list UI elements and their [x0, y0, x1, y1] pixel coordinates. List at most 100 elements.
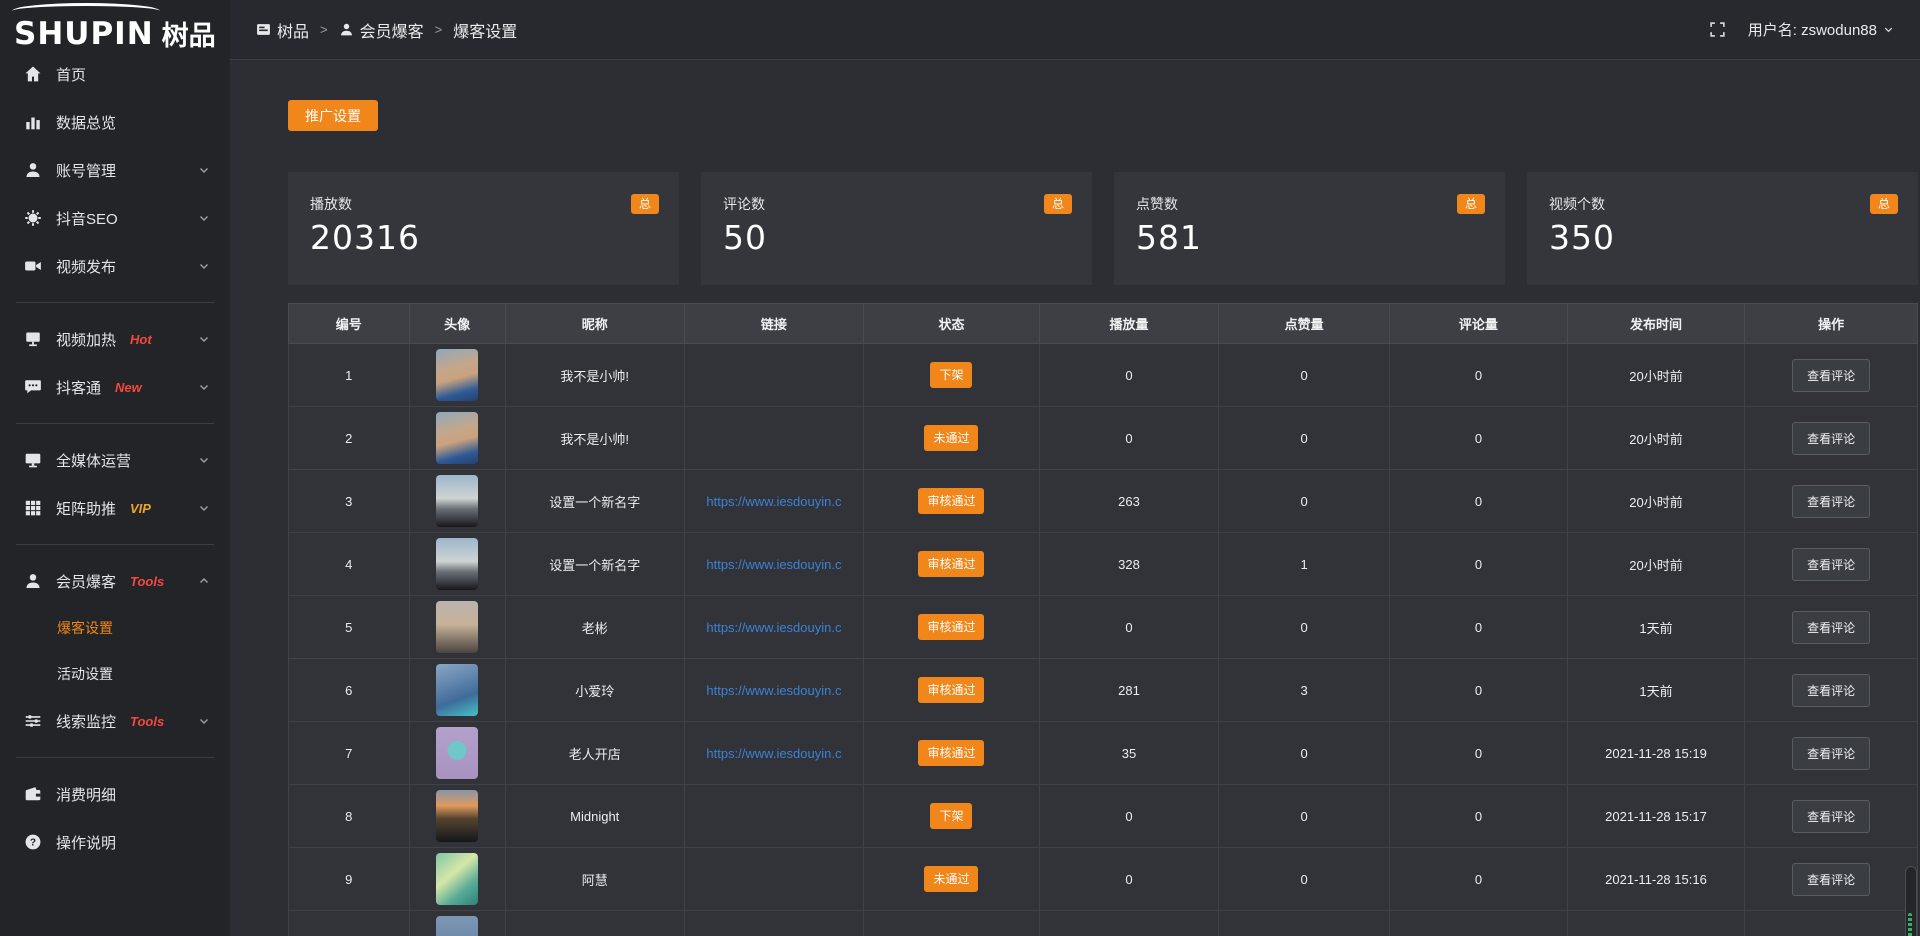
brand-logo[interactable]: SHUPIN 树品 [0, 0, 230, 50]
sidebar-item-member-baoke[interactable]: 会员爆客Tools [0, 557, 230, 605]
sidebar-item-help[interactable]: ? 操作说明 [0, 818, 230, 866]
cell-plays: 35 [1039, 722, 1218, 785]
user-menu[interactable]: 用户名: zswodun88 [1748, 19, 1894, 40]
cell-likes: 1 [1219, 533, 1390, 596]
chevron-down-icon [198, 333, 210, 345]
video-link[interactable]: https://www.iesdouyin.c [706, 683, 841, 698]
sidebar-item-media-ops[interactable]: 全媒体运营 [0, 436, 230, 484]
sidebar-item-label: 线索监控 [56, 711, 116, 732]
chevron-down-icon [198, 164, 210, 176]
view-comments-button[interactable]: 查看评论 [1792, 674, 1870, 707]
sidebar-subitem-activity-settings[interactable]: 活动设置 [0, 651, 230, 697]
status-badge: 审核通过 [918, 677, 984, 703]
view-comments-button[interactable]: 查看评论 [1792, 800, 1870, 833]
status-badge: 审核通过 [918, 488, 984, 514]
column-header: 评论量 [1390, 304, 1568, 344]
sidebar-item-consume-detail[interactable]: 消费明细 [0, 770, 230, 818]
scrollbar[interactable] [1905, 866, 1917, 936]
total-badge: 总 [631, 194, 659, 214]
video-link[interactable]: https://www.iesdouyin.c [706, 620, 841, 635]
view-comments-button[interactable]: 查看评论 [1792, 611, 1870, 644]
cell-plays: 263 [1039, 470, 1218, 533]
cell-id: 2 [289, 407, 410, 470]
sidebar-item-douketong[interactable]: 抖客通New [0, 363, 230, 411]
cell-publish-time: 20小时前 [1567, 407, 1745, 470]
cell-avatar [409, 533, 505, 596]
cell-plays: 281 [1039, 659, 1218, 722]
chevron-down-icon [198, 502, 210, 514]
breadcrumb-label: 爆客设置 [453, 18, 517, 42]
sidebar: SHUPIN 树品 首页数据总览账号管理抖音SEO 视频发布视频加热Hot抖客通N… [0, 0, 230, 936]
breadcrumb-item[interactable]: 会员爆客 [339, 18, 424, 42]
view-comments-button[interactable]: 查看评论 [1792, 359, 1870, 392]
cell-publish-time: 2021-11-28 15:19 [1567, 722, 1745, 785]
cell-comments: 0 [1390, 722, 1568, 785]
view-comments-button[interactable]: 查看评论 [1792, 548, 1870, 581]
promotion-settings-button[interactable]: 推广设置 [288, 100, 378, 131]
sidebar-item-clue-monitor[interactable]: 线索监控Tools [0, 697, 230, 745]
view-comments-button[interactable]: 查看评论 [1792, 737, 1870, 770]
table-row: 8Midnight下架0002021-11-28 15:17查看评论 [289, 785, 1918, 848]
cell-action: 查看评论 [1745, 407, 1918, 470]
cell-id: 7 [289, 722, 410, 785]
avatar [436, 853, 478, 905]
sidebar-item-matrix-boost[interactable]: 矩阵助推VIP [0, 484, 230, 532]
stat-label: 点赞数 [1136, 194, 1178, 214]
column-header: 操作 [1745, 304, 1918, 344]
sidebar-item-home[interactable]: 首页 [0, 50, 230, 98]
cell-publish-time: 20小时前 [1567, 344, 1745, 407]
cell-status: 未通过 [864, 407, 1040, 470]
sidebar-item-label: 视频发布 [56, 256, 116, 277]
cell-avatar [409, 722, 505, 785]
chart-icon [24, 113, 42, 131]
sidebar-item-data-overview[interactable]: 数据总览 [0, 98, 230, 146]
wallet-icon [24, 785, 42, 803]
avatar [436, 538, 478, 590]
status-badge: 未通过 [924, 425, 978, 451]
svg-text:?: ? [30, 838, 36, 849]
cell-nickname: 我不是小帅! [505, 407, 684, 470]
cell-link: https://www.iesdouyin.c [684, 533, 863, 596]
cell-publish-time: 1天前 [1567, 659, 1745, 722]
cell-action [1745, 911, 1918, 936]
cell-id: 9 [289, 848, 410, 911]
videos-table: 编号头像昵称链接状态播放量点赞量评论量发布时间操作 1我不是小帅!下架00020… [288, 303, 1918, 936]
avatar [436, 412, 478, 464]
video-link[interactable]: https://www.iesdouyin.c [706, 557, 841, 572]
cell-action: 查看评论 [1745, 470, 1918, 533]
chevron-down-icon [1883, 24, 1894, 35]
cell-status: 审核通过 [864, 722, 1040, 785]
breadcrumb-label: 会员爆客 [360, 18, 424, 42]
view-comments-button[interactable]: 查看评论 [1792, 863, 1870, 896]
sidebar-item-video-heat[interactable]: 视频加热Hot [0, 315, 230, 363]
stat-card-header: 播放数总 [310, 194, 659, 214]
video-link[interactable]: https://www.iesdouyin.c [706, 494, 841, 509]
sidebar-item-video-publish[interactable]: 视频发布 [0, 242, 230, 290]
fullscreen-icon[interactable] [1709, 21, 1726, 38]
cell-link: https://www.iesdouyin.c [684, 470, 863, 533]
view-comments-button[interactable]: 查看评论 [1792, 485, 1870, 518]
person-icon [339, 22, 354, 37]
cell-status: 审核通过 [864, 659, 1040, 722]
total-badge: 总 [1457, 194, 1485, 214]
cell-likes: 0 [1219, 596, 1390, 659]
content-area: 推广设置 播放数总20316评论数总50点赞数总581视频个数总350 编号头像… [230, 60, 1920, 936]
sidebar-item-label: 操作说明 [56, 832, 116, 853]
sidebar-subitem-baoke-settings[interactable]: 爆客设置 [0, 605, 230, 651]
sliders-icon [24, 712, 42, 730]
table-row: 3设置一个新名字https://www.iesdouyin.c审核通过26300… [289, 470, 1918, 533]
cell-nickname: 设置一个新名字 [505, 470, 684, 533]
sidebar-item-douyin-seo[interactable]: 抖音SEO [0, 194, 230, 242]
table-row: 6小爱玲https://www.iesdouyin.c审核通过281301天前查… [289, 659, 1918, 722]
breadcrumb: 树品>会员爆客>爆客设置 [256, 18, 517, 42]
cell-id: 5 [289, 596, 410, 659]
cell-id: 1 [289, 344, 410, 407]
sidebar-item-tag: Hot [130, 332, 152, 347]
cell-status: 下架 [864, 785, 1040, 848]
breadcrumb-separator: > [320, 22, 328, 37]
breadcrumb-item[interactable]: 树品 [256, 18, 309, 42]
sidebar-item-account-manage[interactable]: 账号管理 [0, 146, 230, 194]
video-link[interactable]: https://www.iesdouyin.c [706, 746, 841, 761]
view-comments-button[interactable]: 查看评论 [1792, 422, 1870, 455]
scrollbar-thumb[interactable] [1908, 913, 1912, 936]
